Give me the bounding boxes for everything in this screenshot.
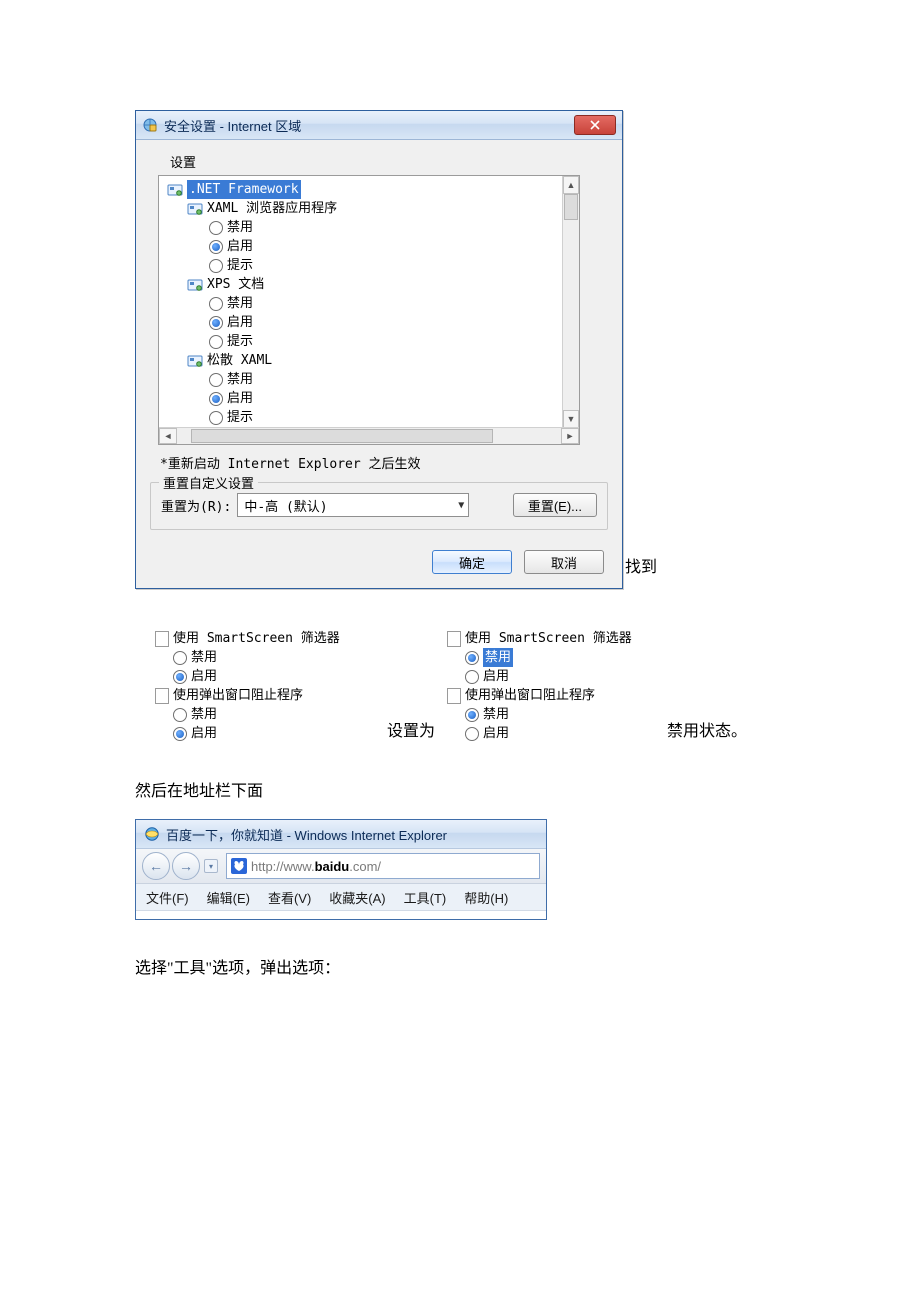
nav-back-button[interactable]: ← xyxy=(142,852,170,880)
ie-window: 百度一下，你就知道 - Windows Internet Explorer ← … xyxy=(135,819,547,920)
radio-xaml-disable[interactable] xyxy=(209,221,223,235)
reset-group: 重置自定义设置 重置为(R): 中-高 (默认) ▼ 重置(E)... xyxy=(150,482,608,530)
ie-icon xyxy=(144,826,160,842)
nav-forward-button[interactable]: → xyxy=(172,852,200,880)
vscroll-thumb[interactable] xyxy=(564,194,578,220)
nav-history-dropdown[interactable]: ▾ xyxy=(204,859,218,873)
dialog-titlebar[interactable]: 安全设置 - Internet 区域 xyxy=(136,111,622,140)
ie-title-text: 百度一下，你就知道 - Windows Internet Explorer xyxy=(166,825,447,844)
component-icon xyxy=(187,277,203,293)
scroll-down-button[interactable]: ▼ xyxy=(563,410,579,428)
menu-help[interactable]: 帮助(H) xyxy=(464,888,508,907)
address-bar[interactable]: http://www.baidu.com/ xyxy=(226,853,540,879)
ie-navbar: ← → ▾ http://www.baidu.com/ xyxy=(136,849,546,884)
settings-label: 设置 xyxy=(170,152,610,171)
horizontal-scrollbar[interactable]: ◄ ► xyxy=(159,427,579,444)
scroll-right-button[interactable]: ► xyxy=(561,428,579,444)
close-icon xyxy=(590,120,600,130)
radio-pb-disable-after[interactable] xyxy=(465,708,479,722)
radio-xaml-prompt[interactable] xyxy=(209,259,223,273)
page-icon xyxy=(155,631,169,647)
radio-pb-enable-after[interactable] xyxy=(465,727,479,741)
menu-file[interactable]: 文件(F) xyxy=(146,888,189,907)
radio-loose-enable[interactable] xyxy=(209,392,223,406)
reset-group-legend: 重置自定义设置 xyxy=(159,473,258,492)
inline-text-after-dialog: 找到 xyxy=(625,553,657,577)
menu-tools[interactable]: 工具(T) xyxy=(404,888,447,907)
radio-xps-prompt[interactable] xyxy=(209,335,223,349)
radio-loose-disable[interactable] xyxy=(209,373,223,387)
component-icon xyxy=(187,353,203,369)
radio-pb-disable-before[interactable] xyxy=(173,708,187,722)
menu-edit[interactable]: 编辑(E) xyxy=(207,888,250,907)
text-between-snippets: 设置为 xyxy=(387,722,435,743)
ie-titlebar[interactable]: 百度一下，你就知道 - Windows Internet Explorer xyxy=(136,820,546,849)
tree-loose-xaml[interactable]: 松散 XAML xyxy=(207,351,272,370)
tree-net-framework[interactable]: .NET Framework xyxy=(187,180,301,199)
radio-ss-disable-before[interactable] xyxy=(173,651,187,665)
component-icon xyxy=(167,182,183,198)
paragraph-1: 然后在地址栏下面 xyxy=(135,777,785,801)
scroll-left-button[interactable]: ◄ xyxy=(159,428,177,444)
reset-to-value: 中-高 (默认) xyxy=(244,496,327,515)
reset-to-label: 重置为(R): xyxy=(161,496,231,515)
cancel-button[interactable]: 取消 xyxy=(524,550,604,574)
address-url: http://www.baidu.com/ xyxy=(251,859,381,874)
globe-shield-icon xyxy=(142,117,158,133)
radio-pb-enable-before[interactable] xyxy=(173,727,187,741)
reset-button[interactable]: 重置(E)... xyxy=(513,493,597,517)
page-icon xyxy=(155,688,169,704)
settings-tree[interactable]: .NET Framework XAML 浏览器应用程序 禁用 启用 提示 XPS… xyxy=(158,175,580,445)
menu-favorites[interactable]: 收藏夹(A) xyxy=(329,888,385,907)
page-icon xyxy=(447,688,461,704)
tree-xps-doc[interactable]: XPS 文档 xyxy=(207,275,264,294)
component-icon xyxy=(187,201,203,217)
smartscreen-before: 使用 SmartScreen 筛选器 禁用 启用 使用弹出窗口阻止程序 禁用 启… xyxy=(135,629,385,743)
radio-xps-disable[interactable] xyxy=(209,297,223,311)
text-after-snippets: 禁用状态。 xyxy=(667,722,747,743)
close-button[interactable] xyxy=(574,115,616,135)
tree-xaml-browser[interactable]: XAML 浏览器应用程序 xyxy=(207,199,337,218)
dialog-title: 安全设置 - Internet 区域 xyxy=(164,116,301,135)
security-settings-dialog: 安全设置 - Internet 区域 设置 .NET Framework xyxy=(135,110,623,589)
vertical-scrollbar[interactable]: ▲ ▼ xyxy=(562,176,579,428)
radio-xaml-enable[interactable] xyxy=(209,240,223,254)
page-icon xyxy=(447,631,461,647)
paragraph-2: 选择"工具"选项，弹出选项： xyxy=(135,954,785,978)
radio-ss-enable-before[interactable] xyxy=(173,670,187,684)
scroll-up-button[interactable]: ▲ xyxy=(563,176,579,194)
smartscreen-after: 使用 SmartScreen 筛选器 禁用 启用 使用弹出窗口阻止程序 禁用 启… xyxy=(441,629,647,743)
chevron-down-icon: ▼ xyxy=(458,500,464,511)
menu-view[interactable]: 查看(V) xyxy=(268,888,311,907)
radio-ss-enable-after[interactable] xyxy=(465,670,479,684)
radio-xps-enable[interactable] xyxy=(209,316,223,330)
ok-button[interactable]: 确定 xyxy=(432,550,512,574)
site-favicon xyxy=(231,858,247,874)
hscroll-thumb[interactable] xyxy=(191,429,493,443)
restart-note: *重新启动 Internet Explorer 之后生效 xyxy=(160,453,610,472)
radio-ss-disable-after[interactable] xyxy=(465,651,479,665)
ie-menubar: 文件(F) 编辑(E) 查看(V) 收藏夹(A) 工具(T) 帮助(H) xyxy=(136,884,546,911)
reset-to-combo[interactable]: 中-高 (默认) ▼ xyxy=(237,493,469,517)
radio-loose-prompt[interactable] xyxy=(209,411,223,425)
